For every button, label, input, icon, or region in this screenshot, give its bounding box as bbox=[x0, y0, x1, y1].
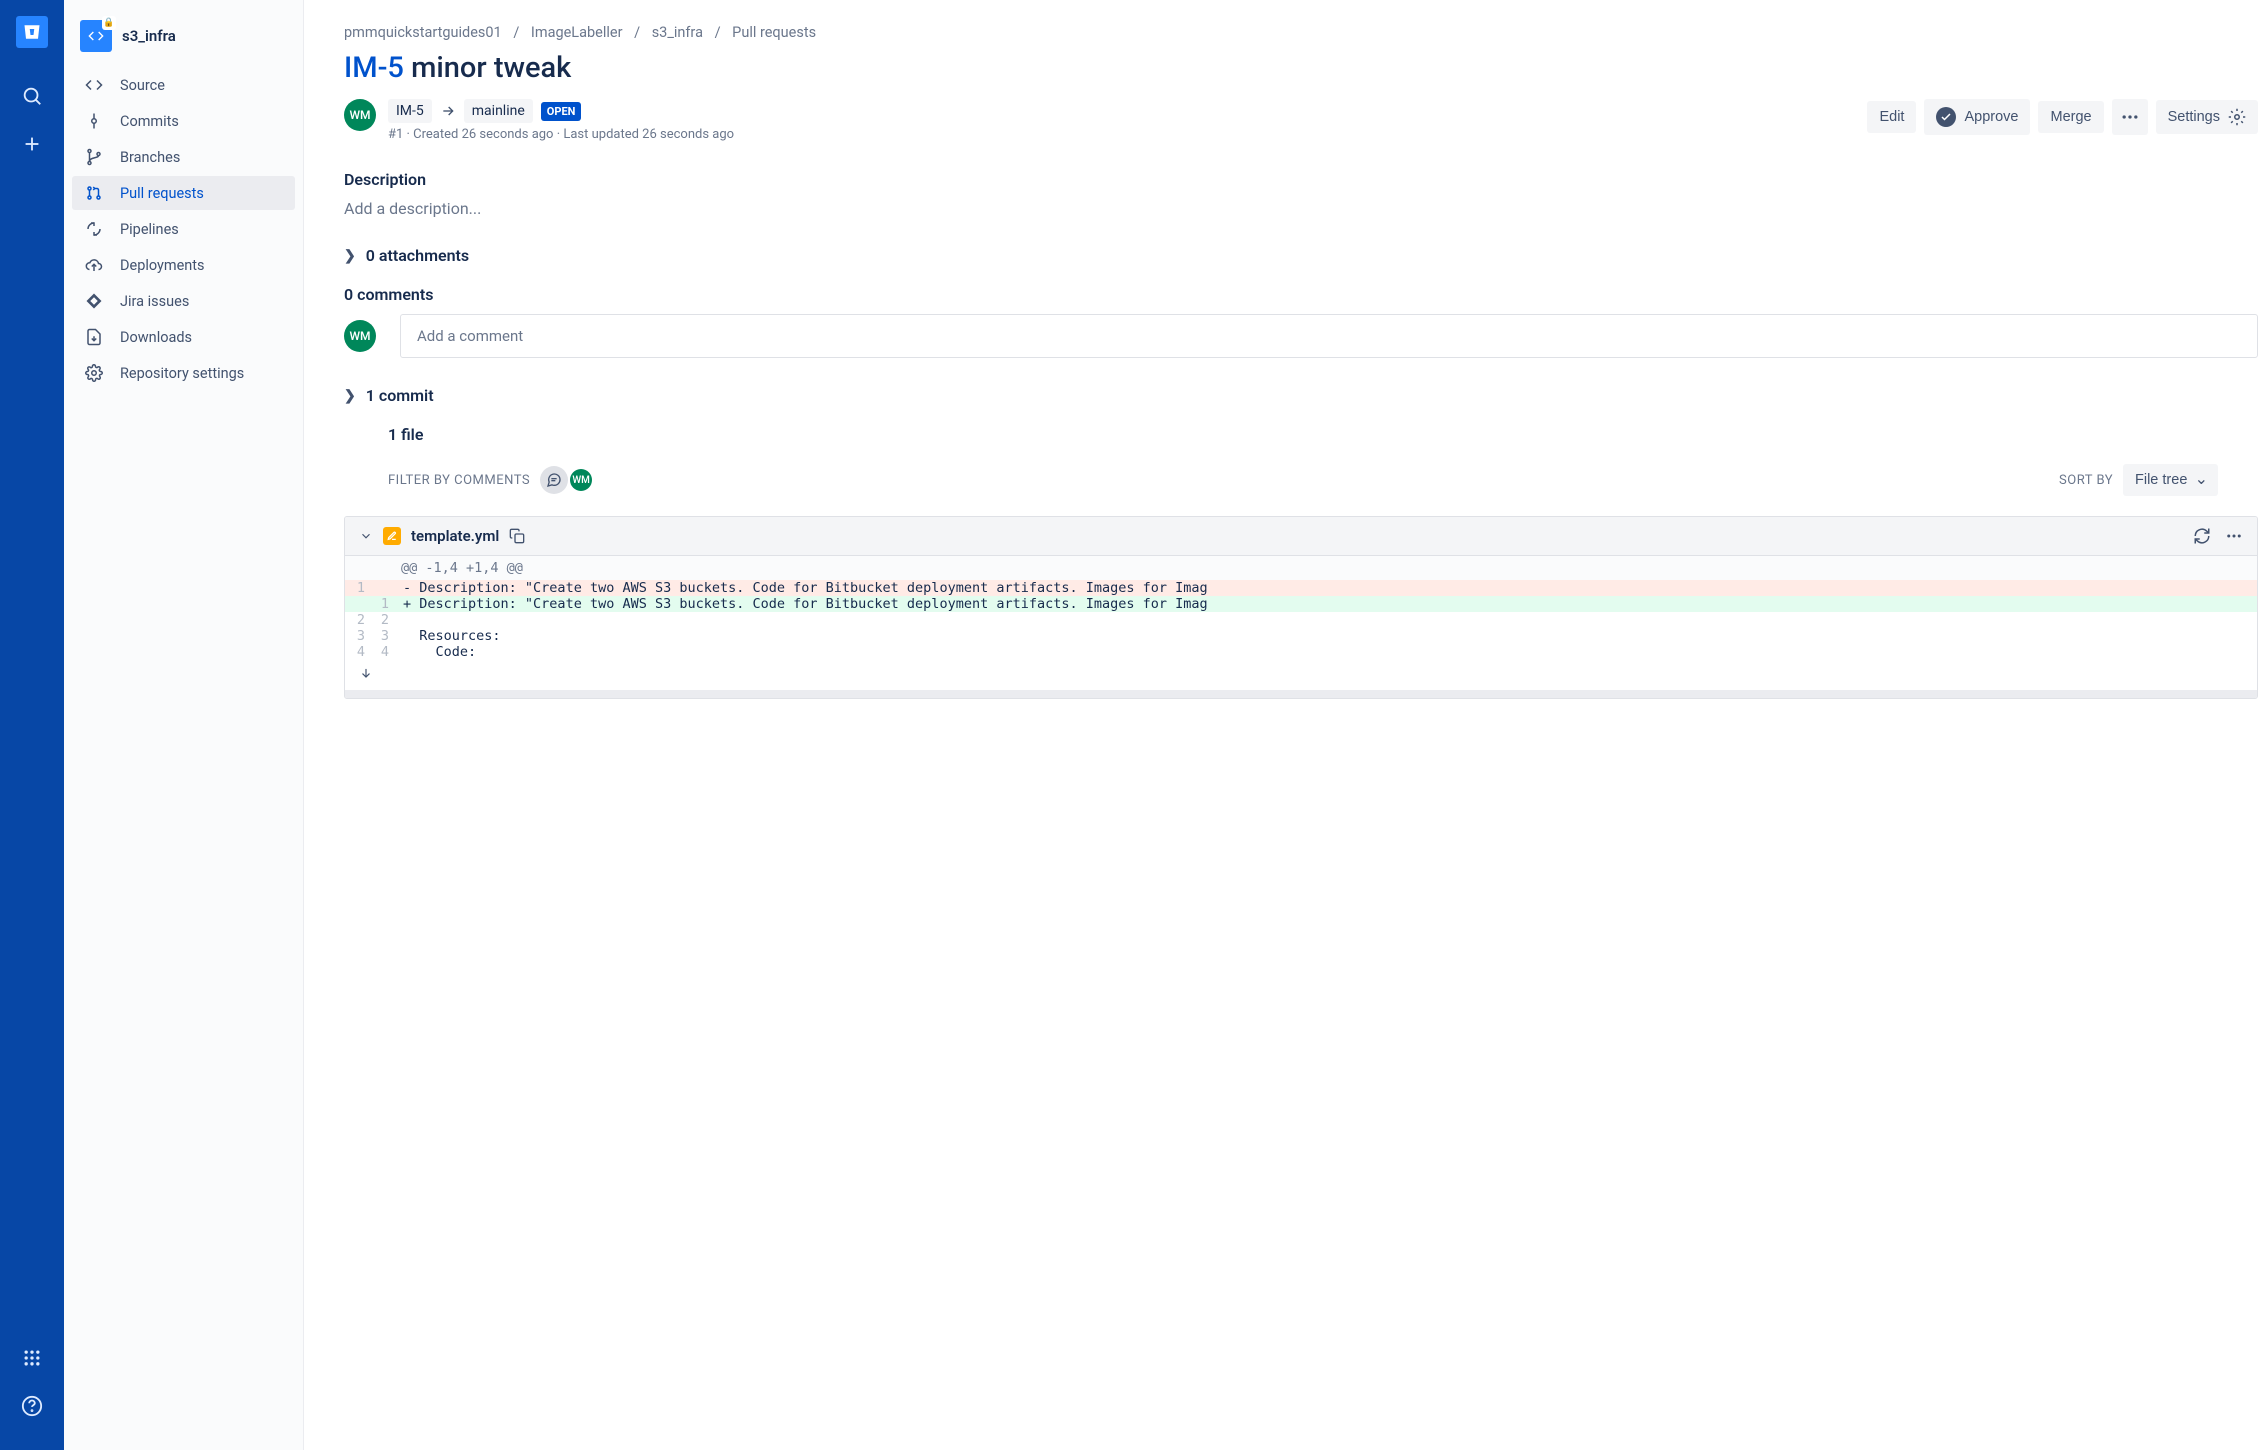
sidebar-item-pipelines[interactable]: Pipelines bbox=[72, 212, 295, 246]
pipelines-icon bbox=[82, 220, 106, 238]
chevron-right-icon: ❯ bbox=[344, 388, 356, 404]
jira-icon bbox=[82, 292, 106, 310]
diff-line[interactable]: 1Description: "Create two AWS S3 buckets… bbox=[345, 596, 2257, 612]
download-icon bbox=[82, 328, 106, 346]
settings-button[interactable]: Settings bbox=[2156, 100, 2258, 134]
diff-file-header: template.yml bbox=[345, 517, 2257, 556]
pr-title: IM-5 minor tweak bbox=[344, 51, 2258, 85]
filter-label: FILTER BY COMMENTS bbox=[388, 473, 530, 488]
breadcrumb-section[interactable]: Pull requests bbox=[732, 24, 816, 41]
pr-meta-row: WM IM-5 mainline OPEN #1 · Created 26 se… bbox=[344, 99, 2258, 142]
sidebar-item-label: Commits bbox=[120, 113, 179, 130]
repo-sidebar: 🔒 s3_infra Source Commits Branches Pull … bbox=[64, 0, 304, 1450]
sidebar-item-label: Jira issues bbox=[120, 293, 189, 310]
sidebar-item-deployments[interactable]: Deployments bbox=[72, 248, 295, 282]
gear-icon bbox=[2228, 108, 2246, 126]
chevron-right-icon: ❯ bbox=[344, 248, 356, 264]
apps-icon[interactable] bbox=[12, 1338, 52, 1378]
sidebar-item-pull-requests[interactable]: Pull requests bbox=[72, 176, 295, 210]
diff-line[interactable]: 33Resources: bbox=[345, 628, 2257, 644]
breadcrumb-workspace[interactable]: pmmquickstartguides01 bbox=[344, 24, 502, 41]
repo-header: 🔒 s3_infra bbox=[64, 20, 303, 68]
filter-user-avatar[interactable]: WM bbox=[570, 469, 592, 491]
arrow-right-icon bbox=[440, 103, 456, 119]
breadcrumb: pmmquickstartguides01 / ImageLabeller / … bbox=[344, 24, 2258, 41]
sidebar-item-label: Branches bbox=[120, 149, 180, 166]
files-heading: 1 file bbox=[388, 425, 2258, 444]
bitbucket-logo[interactable] bbox=[16, 16, 48, 48]
sidebar-item-label: Pull requests bbox=[120, 185, 204, 202]
expand-context-button[interactable] bbox=[345, 660, 2257, 690]
diff-line[interactable]: 44 Code: bbox=[345, 644, 2257, 660]
source-icon bbox=[82, 76, 106, 94]
diff-hunk-header: @@ -1,4 +1,4 @@ bbox=[345, 556, 2257, 580]
global-nav bbox=[0, 0, 64, 1450]
horizontal-scrollbar[interactable] bbox=[345, 690, 2257, 698]
sidebar-item-commits[interactable]: Commits bbox=[72, 104, 295, 138]
merge-button[interactable]: Merge bbox=[2038, 101, 2103, 133]
lock-icon: 🔒 bbox=[102, 16, 116, 30]
sidebar-item-settings[interactable]: Repository settings bbox=[72, 356, 295, 390]
create-icon[interactable] bbox=[12, 124, 52, 164]
sidebar-item-jira[interactable]: Jira issues bbox=[72, 284, 295, 318]
filter-all-comments-icon[interactable] bbox=[540, 466, 568, 494]
main-content: pmmquickstartguides01 / ImageLabeller / … bbox=[304, 0, 2258, 1450]
edit-button[interactable]: Edit bbox=[1867, 101, 1916, 133]
search-icon[interactable] bbox=[12, 76, 52, 116]
breadcrumb-repo[interactable]: s3_infra bbox=[652, 24, 703, 41]
more-icon[interactable] bbox=[2225, 527, 2243, 545]
sidebar-item-label: Downloads bbox=[120, 329, 192, 346]
source-branch[interactable]: IM-5 bbox=[388, 99, 432, 123]
more-actions-button[interactable] bbox=[2112, 99, 2148, 135]
sidebar-item-label: Source bbox=[120, 77, 165, 94]
check-circle-icon bbox=[1936, 107, 1956, 127]
diff-file-name[interactable]: template.yml bbox=[411, 527, 499, 545]
current-user-avatar: WM bbox=[344, 320, 376, 352]
description-placeholder[interactable]: Add a description... bbox=[344, 199, 2258, 218]
sidebar-item-source[interactable]: Source bbox=[72, 68, 295, 102]
approve-button[interactable]: Approve bbox=[1924, 99, 2030, 135]
commit-icon bbox=[82, 112, 106, 130]
pr-meta-text: #1 · Created 26 seconds ago · Last updat… bbox=[388, 127, 734, 142]
pr-state-badge: OPEN bbox=[541, 102, 582, 121]
attachments-toggle[interactable]: ❯ 0 attachments bbox=[344, 246, 2258, 265]
sort-label: SORT BY bbox=[2059, 473, 2113, 488]
breadcrumb-project[interactable]: ImageLabeller bbox=[531, 24, 623, 41]
sort-select[interactable]: File tree bbox=[2123, 464, 2218, 496]
dest-branch[interactable]: mainline bbox=[464, 99, 533, 123]
sidebar-item-downloads[interactable]: Downloads bbox=[72, 320, 295, 354]
repo-name: s3_infra bbox=[122, 27, 176, 45]
cloud-upload-icon bbox=[82, 256, 106, 274]
help-icon[interactable] bbox=[12, 1386, 52, 1426]
sidebar-item-label: Deployments bbox=[120, 257, 205, 274]
author-avatar[interactable]: WM bbox=[344, 99, 376, 131]
sidebar-item-branches[interactable]: Branches bbox=[72, 140, 295, 174]
diff-line[interactable]: 1Description: "Create two AWS S3 buckets… bbox=[345, 580, 2257, 596]
copy-icon[interactable] bbox=[509, 528, 525, 544]
pull-request-icon bbox=[82, 184, 106, 202]
repo-avatar: 🔒 bbox=[80, 20, 112, 52]
chevron-down-icon[interactable] bbox=[359, 529, 373, 543]
comment-input[interactable]: Add a comment bbox=[400, 314, 2258, 358]
sidebar-item-label: Repository settings bbox=[120, 365, 244, 382]
description-heading: Description bbox=[344, 170, 2258, 189]
diff-line[interactable]: 22 bbox=[345, 612, 2257, 628]
diff-panel: template.yml @@ -1,4 +1,4 @@ 1Descriptio… bbox=[344, 516, 2258, 699]
modified-badge-icon bbox=[383, 527, 401, 545]
refresh-icon[interactable] bbox=[2193, 527, 2211, 545]
pr-key-link[interactable]: IM-5 bbox=[344, 51, 404, 85]
gear-icon bbox=[82, 364, 106, 382]
pr-title-text: minor tweak bbox=[404, 51, 571, 85]
sidebar-item-label: Pipelines bbox=[120, 221, 179, 238]
commits-toggle[interactable]: ❯ 1 commit bbox=[344, 386, 2258, 405]
branch-icon bbox=[82, 148, 106, 166]
comments-heading: 0 comments bbox=[344, 285, 2258, 304]
diff-body: @@ -1,4 +1,4 @@ 1Description: "Create tw… bbox=[345, 556, 2257, 690]
